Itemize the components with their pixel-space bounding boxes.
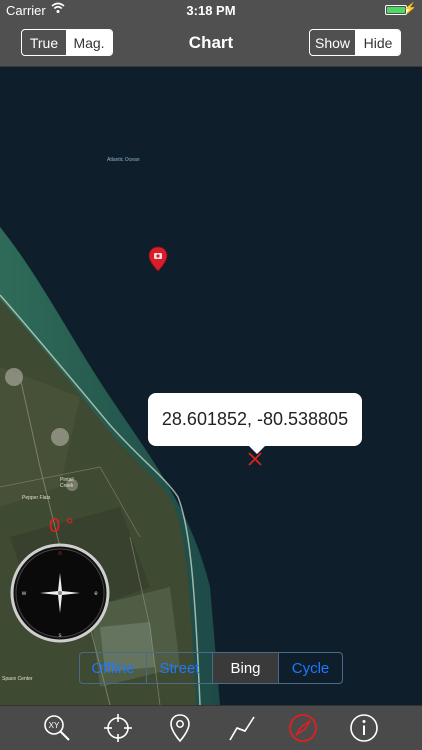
place-label: Pepper Flats <box>22 495 51 501</box>
location-pin-icon[interactable] <box>165 713 195 743</box>
xy-search-icon[interactable]: XY <box>42 713 72 743</box>
nav-bar: True Mag. Chart Show Hide <box>0 20 422 67</box>
map-pin-icon[interactable] <box>148 246 168 272</box>
charging-icon: ⚡ <box>403 3 417 15</box>
map-view[interactable]: Atlantic Ocean Pepper Flats Pintail Cree… <box>0 67 422 705</box>
clock: 3:18 PM <box>186 3 236 18</box>
map-type-cycle[interactable]: Cycle <box>278 653 342 683</box>
coordinate-callout: 28.601852, -80.538805 <box>148 393 362 454</box>
map-type-bing[interactable]: Bing <box>212 653 278 683</box>
info-icon[interactable] <box>349 713 379 743</box>
status-bar: Carrier 3:18 PM ⚡ <box>0 0 422 20</box>
place-label: Pintail Creek <box>60 477 74 489</box>
show-option[interactable]: Show <box>310 30 356 55</box>
battery-fill <box>387 7 405 13</box>
bottom-toolbar: XY <box>0 705 422 750</box>
map-type-control: Offline Street Bing Cycle <box>79 652 343 684</box>
compass-icon[interactable] <box>288 713 318 743</box>
route-icon[interactable] <box>227 713 257 743</box>
compass-rose-icon[interactable]: n s e w <box>10 543 110 643</box>
crosshair-icon[interactable] <box>103 713 133 743</box>
map-type-street[interactable]: Street <box>146 653 212 683</box>
overlay-toggle-control: Show Hide <box>309 29 401 56</box>
hide-option[interactable]: Hide <box>356 30 400 55</box>
compass-s: s <box>59 633 62 639</box>
heading-readout: 0 ° <box>49 515 74 537</box>
map-type-offline[interactable]: Offline <box>80 653 146 683</box>
compass-w: w <box>21 591 27 597</box>
chart-screen: Carrier 3:18 PM ⚡ True Mag. Chart Show H… <box>0 0 422 750</box>
ocean-label: Atlantic Ocean <box>107 157 140 163</box>
place-label: Space Center <box>2 676 33 682</box>
svg-text:XY: XY <box>49 721 60 730</box>
target-x-icon <box>248 452 262 466</box>
compass-n: n <box>58 551 61 557</box>
coordinate-text: 28.601852, -80.538805 <box>161 409 349 429</box>
